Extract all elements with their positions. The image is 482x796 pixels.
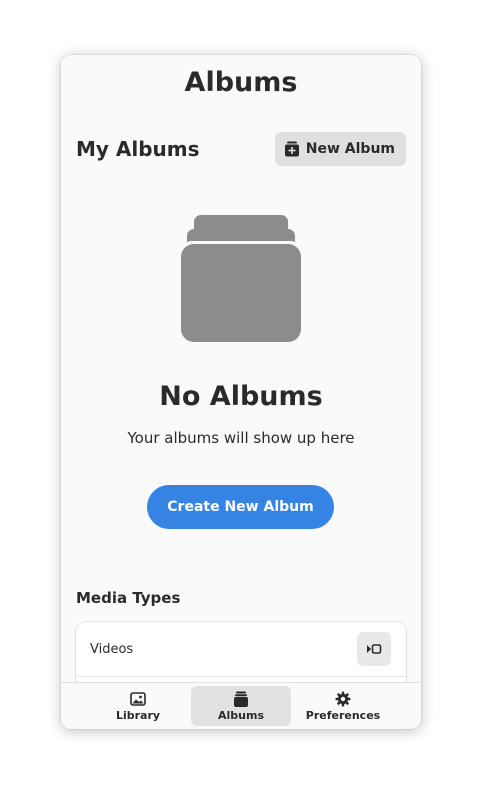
tab-library[interactable]: Library — [88, 686, 188, 726]
page-title: Albums — [184, 67, 298, 98]
new-album-icon — [284, 141, 300, 157]
tab-albums[interactable]: Albums — [191, 686, 291, 726]
my-albums-heading: My Albums — [76, 137, 200, 161]
tab-preferences[interactable]: Preferences — [293, 686, 393, 726]
tab-label: Preferences — [305, 708, 381, 722]
tab-label: Albums — [218, 708, 264, 722]
gear-icon — [335, 691, 351, 707]
create-new-album-button[interactable]: Create New Album — [147, 485, 334, 529]
list-item-videos[interactable]: Videos — [76, 622, 406, 677]
new-album-label: New Album — [305, 141, 395, 157]
albums-stack-icon — [181, 215, 301, 343]
media-types-heading: Media Types — [76, 589, 181, 607]
empty-state-subtitle: Your albums will show up here — [127, 429, 355, 447]
my-albums-header: My Albums New Album — [76, 132, 406, 166]
new-album-button[interactable]: New Album — [274, 132, 406, 166]
image-icon — [130, 691, 146, 707]
tab-label: Library — [115, 708, 161, 722]
video-icon[interactable] — [357, 632, 391, 666]
empty-state-title: No Albums — [159, 381, 323, 412]
list-item-label: Videos — [90, 641, 134, 657]
albums-icon — [233, 691, 249, 707]
bottom-navigation: Library Albums Preferences — [61, 682, 421, 729]
app-window: Albums My Albums New Album No Albums You — [61, 55, 421, 729]
